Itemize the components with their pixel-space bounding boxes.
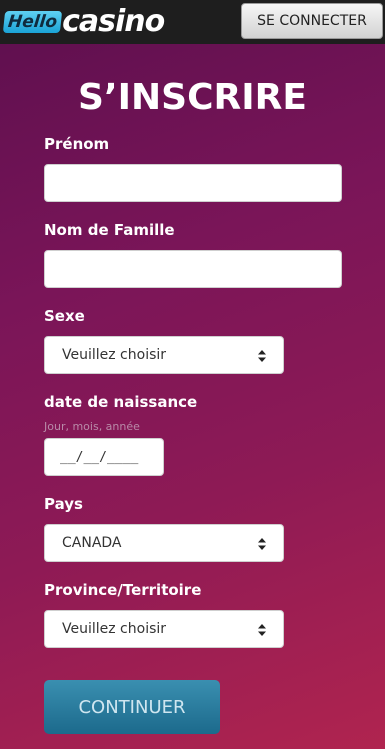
hello-casino-logo[interactable]: Hello casino — [2, 4, 165, 39]
first-name-input[interactable] — [44, 164, 342, 202]
birthdate-hint: Jour, mois, année — [44, 420, 140, 433]
country-select[interactable]: CANADA — [44, 524, 284, 562]
birthdate-input[interactable]: __/__/____ — [44, 438, 164, 476]
top-bar: Hello casino SE CONNECTER — [0, 0, 385, 44]
gender-select[interactable]: Veuillez choisir — [44, 336, 284, 374]
gender-select-value: Veuillez choisir — [62, 347, 167, 363]
chevron-up-down-icon — [258, 350, 266, 362]
chevron-up-down-icon — [258, 624, 266, 636]
last-name-label: Nom de Famille — [44, 221, 175, 239]
chevron-up-down-icon — [258, 538, 266, 550]
gender-label: Sexe — [44, 307, 85, 325]
province-select[interactable]: Veuillez choisir — [44, 610, 284, 648]
page-title: S’INSCRIRE — [78, 77, 307, 118]
login-button[interactable]: SE CONNECTER — [241, 3, 383, 39]
province-label: Province/Territoire — [44, 581, 202, 599]
birthdate-label: date de naissance — [44, 393, 198, 411]
province-select-value: Veuillez choisir — [62, 621, 167, 637]
last-name-input[interactable] — [44, 250, 342, 288]
logo-casino-text: casino — [62, 4, 165, 39]
country-label: Pays — [44, 495, 83, 513]
logo-hello-badge: Hello — [2, 11, 63, 33]
first-name-label: Prénom — [44, 135, 110, 153]
continue-button[interactable]: CONTINUER — [44, 680, 220, 734]
country-select-value: CANADA — [62, 535, 122, 551]
